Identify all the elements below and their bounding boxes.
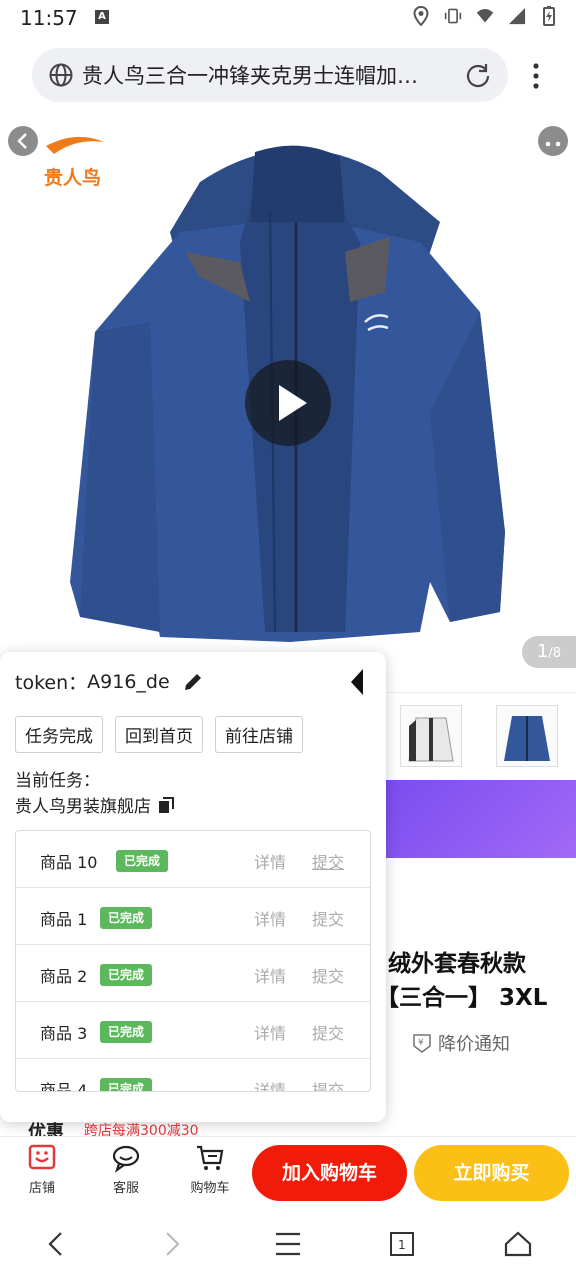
price-notify-label: 降价通知 <box>438 1034 510 1055</box>
item-name: 商品 2 <box>40 967 88 986</box>
add-to-cart-button[interactable]: 加入购物车 <box>252 1145 407 1201</box>
thumbnail-image <box>504 716 550 761</box>
submit-link[interactable]: 提交 <box>312 906 344 930</box>
location-icon <box>413 6 429 26</box>
pager-total: /8 <box>548 646 562 661</box>
detail-link[interactable]: 详情 <box>254 849 286 873</box>
edit-icon[interactable] <box>182 671 204 693</box>
copy-icon[interactable] <box>157 796 175 814</box>
chevron-left-icon <box>17 133 27 149</box>
task-complete-button[interactable]: 任务完成 <box>15 716 103 753</box>
status-badge: 已完成 <box>100 1021 153 1043</box>
collapse-panel-icon[interactable] <box>350 668 364 696</box>
task-item-row: 商品 3 已完成 详情 提交 <box>16 1002 370 1059</box>
task-item-row: 商品 10 已完成 详情 提交 <box>16 831 370 888</box>
bottom-action-bar: 店铺 客服 购物车 加入购物车 立即购买 <box>0 1136 576 1206</box>
task-item-list[interactable]: 商品 10 已完成 详情 提交 商品 1 已完成 详情 提交 商品 2 已完成 … <box>15 830 371 1092</box>
go-store-button[interactable]: 前往店铺 <box>215 716 303 753</box>
detail-link[interactable]: 详情 <box>254 1020 286 1044</box>
submit-link[interactable]: 提交 <box>312 849 344 873</box>
token-row: token： A916_de <box>15 668 204 695</box>
task-panel: token： A916_de 任务完成 回到首页 前往店铺 当前任务： 贵人鸟男… <box>0 652 386 1122</box>
promo-banner[interactable] <box>386 780 576 858</box>
globe-icon <box>49 63 73 87</box>
current-task-label: 当前任务： <box>15 771 100 791</box>
current-task-store: 贵人鸟男装旗舰店 <box>15 792 175 817</box>
store-icon <box>28 1144 56 1170</box>
page-title-url[interactable]: 贵人鸟三合一冲锋夹克男士连帽加… <box>82 60 452 90</box>
vibrate-icon <box>444 8 462 24</box>
browser-forward-icon[interactable] <box>160 1230 184 1258</box>
submit-link[interactable]: 提交 <box>312 963 344 987</box>
price-notify-button[interactable]: ¥ 降价通知 <box>412 1030 510 1056</box>
product-title-line1: 绒外套春秋款 <box>388 951 526 977</box>
price-tag-icon: ¥ <box>413 1034 431 1053</box>
token-value: A916_de <box>87 670 170 693</box>
detail-link[interactable]: 详情 <box>254 906 286 930</box>
task-item-row: 商品 4 已完成 详情 提交 <box>16 1059 370 1092</box>
system-navigation-bar: 1 <box>0 1210 576 1280</box>
product-info: 绒外套春秋款 【三合一】 3XL ¥ 降价通知 <box>376 858 576 1078</box>
task-store-name: 贵人鸟男装旗舰店 <box>15 797 151 817</box>
item-name: 商品 10 <box>40 853 98 872</box>
reload-icon[interactable] <box>464 61 492 89</box>
play-video-button[interactable] <box>245 360 331 446</box>
cart-label: 购物车 <box>190 1181 230 1196</box>
chat-icon <box>112 1145 140 1173</box>
thumbnail-blue-jacket[interactable] <box>496 705 558 767</box>
tabs-count: 1 <box>398 1238 406 1252</box>
image-pager: 1/8 <box>522 636 576 668</box>
status-time: 11:57 <box>20 6 78 30</box>
cart-icon <box>197 1145 224 1170</box>
tabs-icon[interactable]: 1 <box>388 1230 416 1258</box>
detail-link[interactable]: 详情 <box>254 963 286 987</box>
cart-button[interactable]: 购物车 <box>180 1143 240 1196</box>
service-label: 客服 <box>112 1181 139 1196</box>
pager-current: 1 <box>536 641 549 662</box>
panel-actions: 任务完成 回到首页 前往店铺 <box>15 716 303 753</box>
more-button[interactable] <box>538 126 568 156</box>
more-dots-icon <box>545 141 561 147</box>
play-icon <box>279 385 307 421</box>
address-bar[interactable]: 贵人鸟三合一冲锋夹克男士连帽加… <box>32 48 508 102</box>
store-button[interactable]: 店铺 <box>12 1143 72 1196</box>
detail-link[interactable]: 详情 <box>254 1077 286 1091</box>
thumbnail-image <box>408 717 454 762</box>
back-home-button[interactable]: 回到首页 <box>115 716 203 753</box>
submit-link[interactable]: 提交 <box>312 1077 344 1091</box>
status-badge: 已完成 <box>100 964 153 986</box>
back-button[interactable] <box>8 126 38 156</box>
status-icons <box>412 6 558 26</box>
product-image-carousel[interactable]: 贵人鸟 1/8 <box>0 112 576 692</box>
browser-back-icon[interactable] <box>44 1230 68 1258</box>
buy-now-button[interactable]: 立即购买 <box>414 1145 569 1201</box>
signal-icon <box>508 7 526 25</box>
task-item-row: 商品 1 已完成 详情 提交 <box>16 888 370 945</box>
svg-text:¥: ¥ <box>418 1038 424 1048</box>
status-badge: 已完成 <box>100 907 153 929</box>
status-badge: 已完成 <box>100 1078 153 1091</box>
menu-icon[interactable] <box>274 1230 302 1258</box>
item-name: 商品 4 <box>40 1081 88 1092</box>
item-name: 商品 1 <box>40 910 88 929</box>
item-name: 商品 3 <box>40 1024 88 1043</box>
status-bar: 11:57 A <box>0 0 576 36</box>
status-badge: 已完成 <box>116 850 169 872</box>
token-label: token： <box>15 672 88 694</box>
thumbnail-white-jacket[interactable] <box>400 705 462 767</box>
home-icon[interactable] <box>504 1230 532 1258</box>
thumbnail-strip <box>386 692 576 778</box>
product-title-line2: 【三合一】 3XL <box>376 985 548 1011</box>
service-button[interactable]: 客服 <box>96 1143 156 1196</box>
store-label: 店铺 <box>28 1181 55 1196</box>
task-item-row: 商品 2 已完成 详情 提交 <box>16 945 370 1002</box>
battery-icon <box>543 6 555 26</box>
brand-logo-text: 贵人鸟 <box>44 166 101 188</box>
submit-link[interactable]: 提交 <box>312 1020 344 1044</box>
wifi-icon <box>476 9 494 23</box>
menu-dots-icon[interactable] <box>526 60 546 92</box>
notification-a-icon: A <box>95 10 109 24</box>
